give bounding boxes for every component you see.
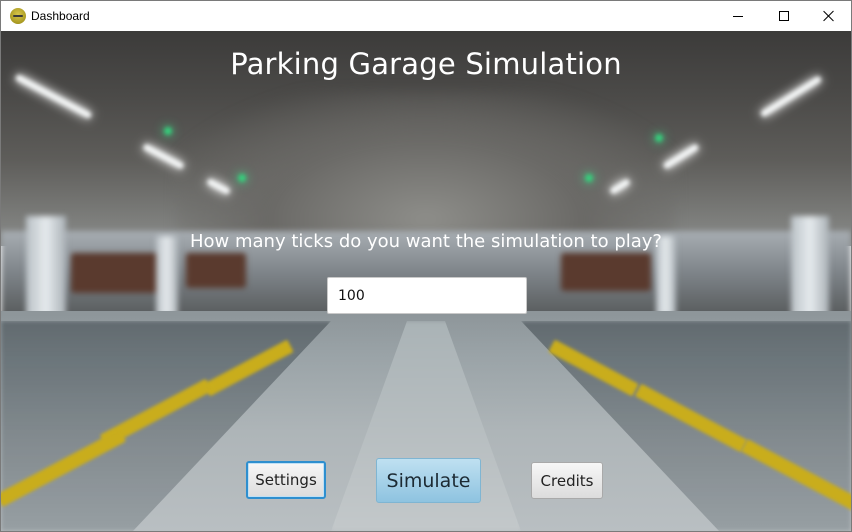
- minimize-icon: [733, 15, 743, 17]
- maximize-button[interactable]: [761, 1, 807, 31]
- window-title: Dashboard: [31, 9, 90, 23]
- settings-button[interactable]: Settings: [246, 461, 326, 499]
- exit-sign-light: [164, 127, 172, 135]
- ticks-prompt-label: How many ticks do you want the simulatio…: [190, 231, 662, 252]
- dashboard-content: Parking Garage Simulation How many ticks…: [1, 31, 851, 531]
- app-window: Dashboard Parking Garage Simulation How …: [0, 0, 852, 532]
- close-icon: [823, 10, 835, 22]
- ceiling-glow: [176, 91, 676, 251]
- minimize-button[interactable]: [715, 1, 761, 31]
- maximize-icon: [779, 11, 789, 21]
- exit-sign-light: [585, 174, 593, 182]
- parked-car: [561, 253, 651, 291]
- exit-sign-light: [655, 134, 663, 142]
- parked-car: [186, 253, 246, 288]
- ticks-input[interactable]: [327, 277, 527, 314]
- close-button[interactable]: [806, 1, 851, 31]
- simulate-button[interactable]: Simulate: [376, 458, 481, 503]
- title-bar[interactable]: Dashboard: [1, 1, 851, 31]
- credits-button[interactable]: Credits: [531, 462, 603, 499]
- page-title: Parking Garage Simulation: [230, 47, 622, 81]
- exit-sign-light: [238, 174, 246, 182]
- app-icon: [10, 8, 26, 24]
